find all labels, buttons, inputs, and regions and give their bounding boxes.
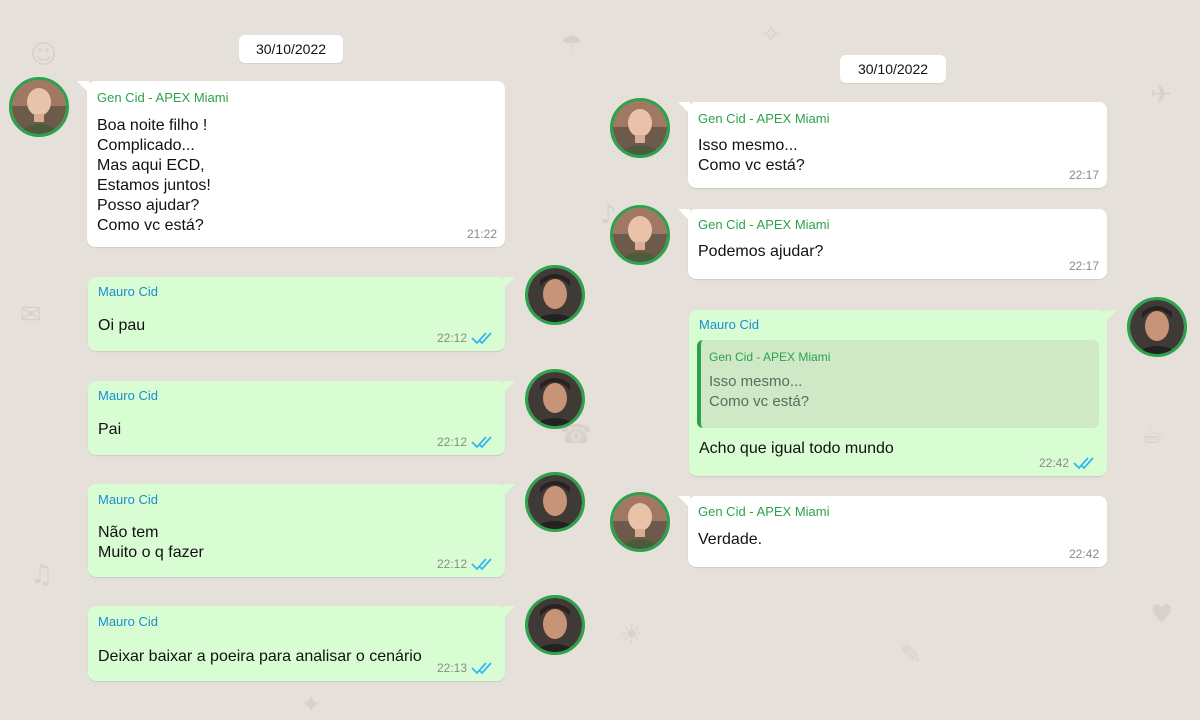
message-time: 22:12 [436, 435, 467, 449]
avatar-gen-cid[interactable] [9, 77, 69, 137]
message-bubble[interactable]: Gen Cid - APEX Miami Podemos ajudar? 22:… [678, 209, 1107, 279]
message-text: Oi pau [98, 317, 146, 334]
avatar-mauro-cid[interactable] [525, 265, 585, 325]
message-time: 22:17 [1068, 259, 1099, 273]
message-bubble[interactable]: Mauro Cid Deixar baixar a poeira para an… [88, 606, 515, 681]
sender-name[interactable]: Mauro Cid [98, 614, 158, 630]
message-text: Acho que igual todo mundo [699, 440, 894, 457]
quoted-sender: Gen Cid - APEX Miami [709, 350, 831, 364]
message-time: 22:42 [1068, 547, 1099, 561]
double-check-read-icon [471, 332, 492, 345]
gen-cid-avatar-photo [613, 495, 667, 549]
double-check-read-icon [1073, 457, 1094, 470]
message-text: Verdade. [698, 531, 763, 548]
avatar-mauro-cid[interactable] [525, 595, 585, 655]
message-bubble[interactable]: Gen Cid - APEX Miami Isso mesmo... Como … [678, 102, 1107, 188]
gen-cid-avatar-photo [613, 101, 667, 155]
sender-name[interactable]: Gen Cid - APEX Miami [97, 90, 229, 106]
mauro-cid-avatar-photo [528, 598, 582, 652]
message-bubble[interactable]: Mauro Cid Pai 22:12 [88, 381, 515, 455]
message-bubble[interactable]: Mauro Cid Não tem Muito o q fazer 22:12 [88, 484, 515, 577]
message-time: 22:13 [436, 661, 467, 675]
message-time: 22:12 [436, 557, 467, 571]
quoted-text: Isso mesmo... Como vc está? [709, 373, 810, 410]
sender-name[interactable]: Gen Cid - APEX Miami [698, 504, 830, 520]
date-chip-right: 30/10/2022 [840, 55, 946, 83]
message-bubble[interactable]: Gen Cid - APEX Miami Boa noite filho ! C… [77, 81, 505, 247]
sender-name[interactable]: Gen Cid - APEX Miami [698, 111, 830, 127]
double-check-read-icon [471, 558, 492, 571]
sender-name[interactable]: Gen Cid - APEX Miami [698, 217, 830, 233]
date-chip-left: 30/10/2022 [239, 35, 343, 63]
mauro-cid-avatar-photo [528, 268, 582, 322]
message-bubble[interactable]: Mauro Cid Oi pau 22:12 [88, 277, 515, 351]
avatar-mauro-cid[interactable] [1127, 297, 1187, 357]
quoted-message[interactable]: Gen Cid - APEX Miami Isso mesmo... Como … [697, 340, 1099, 428]
message-text: Pai [98, 421, 122, 438]
message-text: Não tem Muito o q fazer [98, 524, 204, 561]
mauro-cid-avatar-photo [528, 372, 582, 426]
mauro-cid-avatar-photo [1130, 300, 1184, 354]
gen-cid-avatar-photo [12, 80, 66, 134]
message-bubble[interactable]: Mauro Cid Gen Cid - APEX Miami Isso mesm… [689, 310, 1117, 476]
avatar-mauro-cid[interactable] [525, 369, 585, 429]
sender-name[interactable]: Mauro Cid [98, 388, 158, 404]
sender-name[interactable]: Mauro Cid [98, 492, 158, 508]
double-check-read-icon [471, 662, 492, 675]
message-time: 22:17 [1068, 168, 1099, 182]
avatar-mauro-cid[interactable] [525, 472, 585, 532]
message-time: 22:42 [1038, 456, 1069, 470]
double-check-read-icon [471, 436, 492, 449]
avatar-gen-cid[interactable] [610, 492, 670, 552]
mauro-cid-avatar-photo [528, 475, 582, 529]
message-bubble[interactable]: Gen Cid - APEX Miami Verdade. 22:42 [678, 496, 1107, 567]
message-time: 22:12 [436, 331, 467, 345]
gen-cid-avatar-photo [613, 208, 667, 262]
sender-name[interactable]: Mauro Cid [98, 284, 158, 300]
sender-name[interactable]: Mauro Cid [699, 317, 759, 333]
avatar-gen-cid[interactable] [610, 98, 670, 158]
message-text: Deixar baixar a poeira para analisar o c… [98, 648, 422, 665]
message-time: 21:22 [466, 227, 497, 241]
avatar-gen-cid[interactable] [610, 205, 670, 265]
message-text: Isso mesmo... Como vc está? [698, 137, 805, 174]
message-text: Podemos ajudar? [698, 243, 824, 260]
message-text: Boa noite filho ! Complicado... Mas aqui… [97, 117, 211, 234]
